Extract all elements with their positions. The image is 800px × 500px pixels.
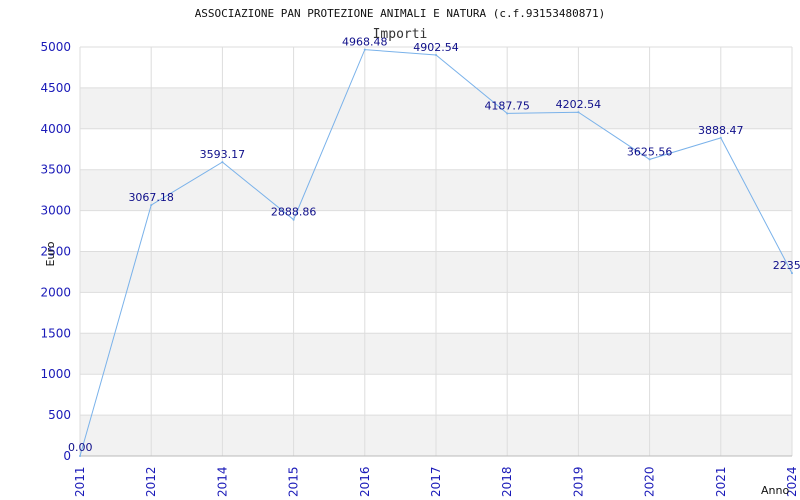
data-point xyxy=(221,161,224,164)
x-tick-label: 2011 xyxy=(73,466,87,497)
y-tick-label: 1000 xyxy=(40,367,71,381)
data-point xyxy=(79,455,81,457)
y-tick-label: 2000 xyxy=(40,285,71,299)
data-point xyxy=(719,136,722,139)
data-point xyxy=(150,204,153,207)
x-tick-label: 2020 xyxy=(643,466,657,497)
data-point xyxy=(791,272,793,275)
x-tick-label: 2017 xyxy=(429,466,443,497)
y-tick-label: 500 xyxy=(48,408,71,422)
chart-title: ASSOCIAZIONE PAN PROTEZIONE ANIMALI E NA… xyxy=(195,7,606,20)
x-tick-label: 2018 xyxy=(500,466,514,497)
data-label: 2888.86 xyxy=(271,206,317,219)
data-label: 4902.54 xyxy=(413,41,459,54)
y-tick-label: 4500 xyxy=(40,81,71,95)
chart-subtitle: Importi xyxy=(373,27,428,42)
x-axis-tick-labels: 2011 2012 2014 2015 2016 2017 2018 2019 2020 2021… xyxy=(73,466,799,497)
data-point xyxy=(435,53,437,56)
data-label: 3067.18 xyxy=(128,191,174,204)
x-tick-label: 2014 xyxy=(215,466,229,497)
line-chart: 0500100015002000250030003500400045005000… xyxy=(40,7,800,497)
data-label: 0.00 xyxy=(68,441,93,454)
data-point xyxy=(363,48,366,51)
x-tick-label: 2019 xyxy=(571,466,585,497)
data-label: 2235.1 xyxy=(773,259,800,272)
y-tick-label: 5000 xyxy=(40,40,71,54)
data-point xyxy=(577,111,580,114)
y-tick-label: 4000 xyxy=(40,122,71,136)
x-tick-label: 2012 xyxy=(144,466,158,497)
y-axis-title: Euro xyxy=(44,241,57,266)
data-label: 3888.47 xyxy=(698,124,744,137)
data-label: 3625.56 xyxy=(627,145,673,158)
data-label: 4202.54 xyxy=(556,98,602,111)
y-tick-label: 3000 xyxy=(40,204,71,218)
data-label: 4187.75 xyxy=(484,99,530,112)
data-point xyxy=(292,218,295,221)
x-tick-label: 2015 xyxy=(287,466,301,497)
x-axis-title: Anno xyxy=(761,484,789,497)
y-tick-label: 1500 xyxy=(40,326,71,340)
data-point xyxy=(506,112,509,115)
y-tick-label: 3500 xyxy=(40,163,71,177)
data-point xyxy=(648,158,651,161)
x-tick-label: 2021 xyxy=(714,466,728,497)
data-label: 3593.17 xyxy=(200,148,246,161)
x-tick-label: 2016 xyxy=(358,466,372,497)
